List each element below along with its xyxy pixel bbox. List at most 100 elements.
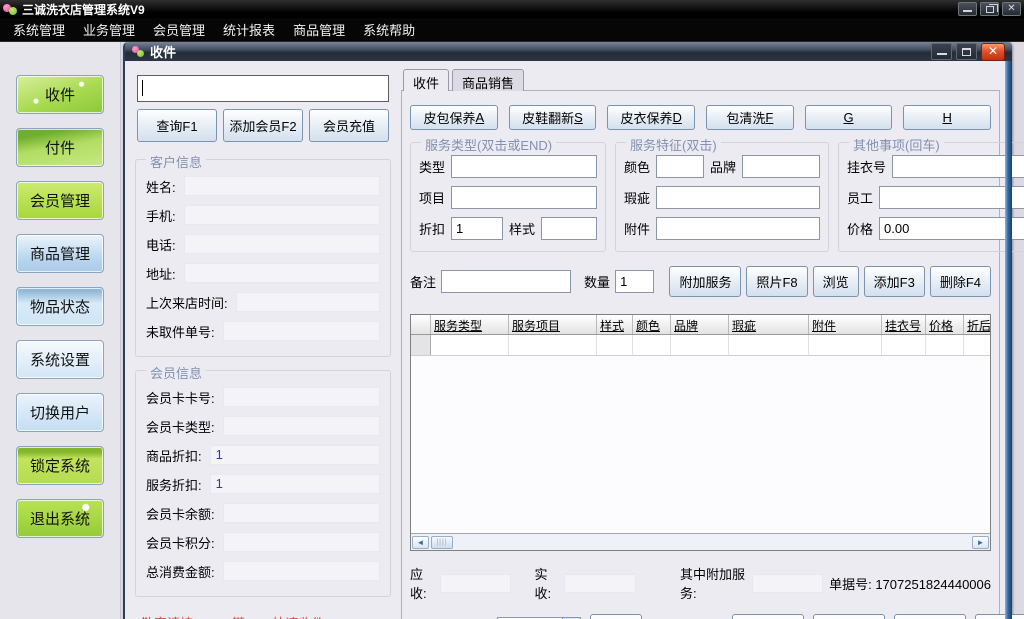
query-button[interactable]: 查询F1 bbox=[137, 109, 217, 142]
field-row-service-discount: 服务折扣: 1 bbox=[146, 474, 380, 494]
walkin-hint-text: 散客请按HOME键END快速收件 bbox=[141, 613, 387, 619]
item-input[interactable] bbox=[451, 186, 597, 209]
addon-service-button[interactable]: 附加服务 bbox=[669, 266, 741, 297]
receivable-value bbox=[440, 574, 511, 593]
field-row-name: 姓名: bbox=[146, 176, 380, 196]
address-label: 地址: bbox=[146, 264, 176, 283]
sidebar-item-member-mgmt[interactable]: 会员管理 bbox=[16, 181, 104, 220]
menubar: 系统管理 业务管理 会员管理 统计报表 商品管理 系统帮助 bbox=[0, 18, 1024, 42]
set-button[interactable]: 设置 bbox=[590, 614, 642, 619]
service-button-shoe-renew[interactable]: 皮鞋翻新S bbox=[509, 105, 597, 130]
open-cashbox-button[interactable]: 开钱箱F9 bbox=[894, 614, 966, 619]
add-member-button[interactable]: 添加会员F2 bbox=[223, 109, 303, 142]
menu-reports[interactable]: 统计报表 bbox=[214, 17, 284, 42]
flaw-input[interactable] bbox=[656, 186, 820, 209]
main-titlebar: 三诚洗衣店管理系统V9 ✕ bbox=[0, 0, 1024, 18]
checkout-button[interactable]: 结账F5 bbox=[732, 614, 804, 619]
scrollbar-thumb[interactable]: |||| bbox=[431, 536, 453, 549]
grid-header-hanger-no[interactable]: 挂衣号 bbox=[882, 315, 926, 334]
minimize-button[interactable] bbox=[958, 2, 977, 16]
grid-header-accessory[interactable]: 附件 bbox=[809, 315, 882, 334]
menu-member[interactable]: 会员管理 bbox=[144, 17, 214, 42]
scroll-right-icon[interactable]: ► bbox=[972, 536, 989, 549]
grid-header-style[interactable]: 样式 bbox=[597, 315, 633, 334]
sidebar-item-goods-mgmt[interactable]: 商品管理 bbox=[16, 234, 104, 273]
sidebar-item-switch-user[interactable]: 切换用户 bbox=[16, 393, 104, 432]
service-discount-value: 1 bbox=[210, 474, 380, 494]
accessory-input[interactable] bbox=[656, 217, 820, 240]
restore-button[interactable] bbox=[980, 2, 999, 16]
menu-help[interactable]: 系统帮助 bbox=[354, 17, 424, 42]
customer-panel: 查询F1 添加会员F2 会员充值 客户信息 姓名: 手机: bbox=[135, 63, 391, 619]
menu-goods[interactable]: 商品管理 bbox=[284, 17, 354, 42]
type-label: 类型 bbox=[419, 157, 445, 176]
grid-header-color[interactable]: 颜色 bbox=[633, 315, 671, 334]
tab-receive[interactable]: 收件 bbox=[403, 69, 449, 91]
phone-value bbox=[184, 234, 380, 254]
grid-header-flaw[interactable]: 瑕疵 bbox=[729, 315, 809, 334]
tab-goods-sale[interactable]: 商品销售 bbox=[452, 69, 524, 91]
grid-header-brand[interactable]: 品牌 bbox=[671, 315, 729, 334]
sidebar-item-settings[interactable]: 系统设置 bbox=[16, 340, 104, 379]
card-no-label: 会员卡卡号: bbox=[146, 388, 215, 407]
photo-button[interactable]: 照片F8 bbox=[746, 266, 807, 297]
add-button[interactable]: 添加F3 bbox=[864, 266, 925, 297]
footer-row: 预计取件日期 2017/7/28 ▼ 设置 即取件 结 bbox=[410, 614, 991, 619]
type-input[interactable] bbox=[451, 155, 597, 178]
receive-window-title: 收件 bbox=[150, 42, 176, 61]
service-button-bag-care[interactable]: 皮包保养A bbox=[410, 105, 498, 130]
menu-system[interactable]: 系统管理 bbox=[4, 17, 74, 42]
tab-strip: 收件 商品销售 bbox=[401, 69, 1000, 91]
service-button-g[interactable]: G bbox=[805, 105, 893, 130]
service-button-h[interactable]: H bbox=[903, 105, 991, 130]
sidebar-item-lock-system[interactable]: 锁定系统 bbox=[16, 446, 104, 485]
grid-header-service-type[interactable]: 服务类型 bbox=[431, 315, 509, 334]
brand-input[interactable] bbox=[742, 155, 820, 178]
service-button-bag-wash[interactable]: 包清洗F bbox=[706, 105, 794, 130]
color-label: 颜色 bbox=[624, 157, 650, 176]
back-button[interactable]: 返回 bbox=[975, 614, 1024, 619]
service-type-group: 服务类型(双击或END) 类型 项目 bbox=[410, 142, 606, 252]
grid-header-indicator bbox=[411, 315, 431, 334]
reprint-button[interactable]: 票据重打 bbox=[813, 614, 885, 619]
sidebar-item-item-status[interactable]: 物品状态 bbox=[16, 287, 104, 326]
field-row-phone: 电话: bbox=[146, 234, 380, 254]
menu-business[interactable]: 业务管理 bbox=[74, 17, 144, 42]
text-caret bbox=[142, 80, 143, 96]
color-input[interactable] bbox=[656, 155, 704, 178]
hanger-label: 挂衣号 bbox=[847, 157, 886, 176]
discount-input[interactable] bbox=[451, 217, 503, 240]
inner-minimize-button[interactable] bbox=[931, 43, 952, 60]
delete-button[interactable]: 删除F4 bbox=[930, 266, 991, 297]
minimize-icon bbox=[937, 53, 947, 55]
staff-select[interactable]: ▼ bbox=[879, 186, 1024, 209]
card-balance-value bbox=[223, 503, 380, 523]
service-button-label: 皮包保养 bbox=[423, 108, 475, 127]
addon-total-label: 其中附加服务: bbox=[680, 564, 746, 602]
sidebar-item-deliver[interactable]: 付件 bbox=[16, 128, 104, 167]
close-button[interactable]: ✕ bbox=[1002, 2, 1021, 16]
sidebar-item-exit-system[interactable]: 退出系统 bbox=[16, 499, 104, 538]
horizontal-scrollbar[interactable]: ◄ |||| ► bbox=[411, 533, 990, 550]
inner-maximize-button[interactable] bbox=[956, 43, 977, 60]
grid-header-price[interactable]: 价格 bbox=[926, 315, 964, 334]
style-input[interactable] bbox=[541, 217, 597, 240]
receive-window-body: 查询F1 添加会员F2 会员充值 客户信息 姓名: 手机: bbox=[125, 61, 1012, 619]
card-points-label: 会员卡积分: bbox=[146, 533, 215, 552]
browse-button[interactable]: 浏览 bbox=[813, 266, 859, 297]
grid-header-discounted-price[interactable]: 折后价 bbox=[964, 315, 990, 334]
price-input[interactable] bbox=[879, 217, 1024, 240]
quantity-input[interactable] bbox=[615, 270, 654, 293]
sidebar-item-receive[interactable]: 收件 bbox=[16, 75, 104, 114]
member-info-group: 会员信息 会员卡卡号: 会员卡类型: 商品折扣: 1 bbox=[135, 370, 391, 597]
search-input[interactable] bbox=[137, 75, 389, 102]
service-button-leather-care[interactable]: 皮衣保养D bbox=[607, 105, 695, 130]
totals-row: 应收: 实收: 其中附加服务: 单据号: 170725182 bbox=[410, 564, 991, 602]
scroll-left-icon[interactable]: ◄ bbox=[412, 536, 429, 549]
grid-header-service-item[interactable]: 服务项目 bbox=[509, 315, 597, 334]
remark-input[interactable] bbox=[441, 270, 571, 293]
receipt-no-value: 1707251824440006 bbox=[875, 577, 991, 592]
inner-close-button[interactable]: ✕ bbox=[981, 43, 1005, 61]
member-recharge-button[interactable]: 会员充值 bbox=[309, 109, 389, 142]
table-row[interactable] bbox=[411, 335, 990, 356]
